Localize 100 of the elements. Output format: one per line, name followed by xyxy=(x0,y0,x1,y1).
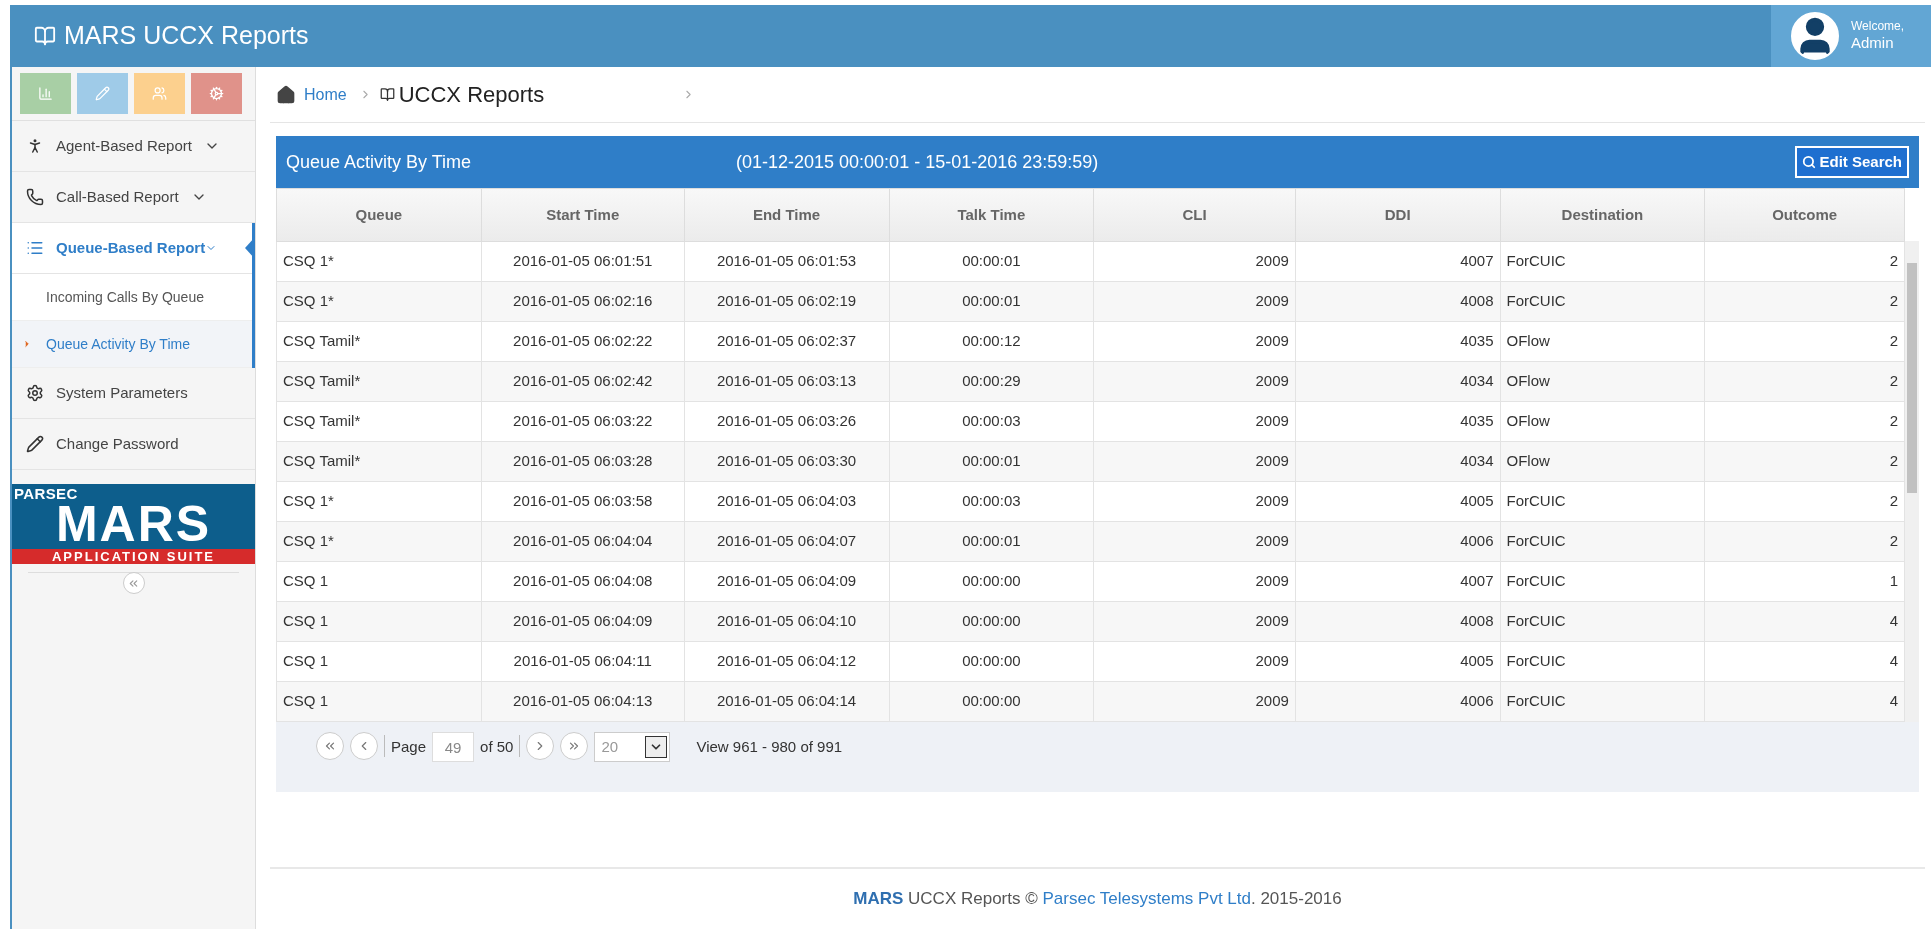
table-cell: 00:00:00 xyxy=(889,561,1094,602)
column-header[interactable]: CLI xyxy=(1093,188,1296,242)
table-cell: 2016-01-05 06:04:09 xyxy=(684,561,889,602)
next-page-button[interactable] xyxy=(526,732,555,760)
table-cell: 2 xyxy=(1704,481,1905,522)
table-cell: 2016-01-05 06:03:13 xyxy=(684,361,889,402)
table-cell: 4005 xyxy=(1295,481,1501,522)
table-cell: 2016-01-05 06:03:30 xyxy=(684,441,889,482)
column-header[interactable]: Start Time xyxy=(481,188,685,242)
table-cell: 2 xyxy=(1704,401,1905,442)
gears-icon xyxy=(209,86,224,101)
table-cell: 2016-01-05 06:02:37 xyxy=(684,321,889,362)
user-panel[interactable]: Welcome, Admin xyxy=(1771,5,1931,67)
column-header[interactable]: End Time xyxy=(684,188,889,242)
table-cell: 2016-01-05 06:01:51 xyxy=(481,241,685,282)
table-cell: 2 xyxy=(1704,321,1905,362)
table-cell: 4034 xyxy=(1295,441,1501,482)
table-cell: 2016-01-05 06:02:42 xyxy=(481,361,685,402)
table-cell: 2016-01-05 06:04:14 xyxy=(684,681,889,722)
double-chevron-icon xyxy=(323,739,337,753)
table-cell: 4 xyxy=(1704,681,1905,722)
shortcut-button[interactable] xyxy=(20,73,71,114)
table-cell: CSQ 1* xyxy=(276,281,482,322)
home-link[interactable]: Home xyxy=(304,82,347,107)
table-cell: ForCUIC xyxy=(1500,641,1705,682)
collapse-button[interactable] xyxy=(122,572,145,594)
table-cell: ForCUIC xyxy=(1500,281,1705,322)
sidebar-item[interactable]: Change Password xyxy=(12,419,255,470)
date-range: (01-12-2015 00:00:01 - 15-01-2016 23:59:59) xyxy=(736,150,1099,174)
shortcut-button[interactable] xyxy=(191,73,242,114)
book-icon xyxy=(379,87,395,102)
table-cell: CSQ Tamil* xyxy=(276,321,482,362)
logo-top-text: PARSEC xyxy=(13,486,79,501)
table-cell: 2009 xyxy=(1093,601,1296,642)
logo-bottom-text: APPLICATION SUITE xyxy=(12,549,255,564)
table-cell: 2009 xyxy=(1093,241,1296,282)
table-cell: CSQ 1* xyxy=(276,481,482,522)
user-name: Admin xyxy=(1851,34,1895,53)
table-cell: CSQ 1 xyxy=(276,601,482,642)
sidebar-item[interactable]: Agent-Based Report xyxy=(12,121,255,172)
table-cell: 2009 xyxy=(1093,561,1296,602)
table-cell: 2009 xyxy=(1093,521,1296,562)
bars-icon xyxy=(38,86,53,101)
last-page-button[interactable] xyxy=(560,732,589,760)
table-cell: 1 xyxy=(1704,561,1905,602)
table-cell: 2 xyxy=(1704,361,1905,402)
page-input[interactable]: 49 xyxy=(432,732,475,762)
page-title: UCCX Reports xyxy=(398,81,545,109)
page-size-select[interactable]: 20 xyxy=(594,732,671,762)
column-header[interactable]: Talk Time xyxy=(889,188,1094,242)
table-cell: 00:00:12 xyxy=(889,321,1094,362)
table-cell: 4035 xyxy=(1295,321,1501,362)
table-cell: 2009 xyxy=(1093,681,1296,722)
table-cell: 2 xyxy=(1704,441,1905,482)
first-page-button[interactable] xyxy=(316,732,344,760)
table-cell: ForCUIC xyxy=(1500,601,1705,642)
table-cell: 4006 xyxy=(1295,521,1501,562)
table-cell: 2009 xyxy=(1093,481,1296,522)
table-cell: 00:00:00 xyxy=(889,641,1094,682)
table-cell: OFlow xyxy=(1500,401,1705,442)
table-cell: ForCUIC xyxy=(1500,681,1705,722)
column-header[interactable]: Outcome xyxy=(1704,188,1905,242)
table-cell: OFlow xyxy=(1500,361,1705,402)
pencil-icon xyxy=(26,435,44,453)
table-cell: 2009 xyxy=(1093,321,1296,362)
welcome-text: Welcome, xyxy=(1851,19,1905,35)
page-label: Page xyxy=(391,737,427,757)
shortcut-button[interactable] xyxy=(134,73,185,114)
submenu-item[interactable]: Queue Activity By Time xyxy=(12,321,252,368)
column-header[interactable]: Queue xyxy=(276,188,482,242)
table-cell: 4008 xyxy=(1295,601,1501,642)
table-cell: 00:00:01 xyxy=(889,441,1094,482)
table-cell: ForCUIC xyxy=(1500,561,1705,602)
table-cell: 4005 xyxy=(1295,641,1501,682)
table-cell: 2 xyxy=(1704,241,1905,282)
table-cell: 00:00:00 xyxy=(889,601,1094,642)
table-cell: 4034 xyxy=(1295,361,1501,402)
sidebar-item[interactable]: System Parameters xyxy=(12,368,255,419)
table-cell: 4006 xyxy=(1295,681,1501,722)
table-cell: 4 xyxy=(1704,601,1905,642)
shortcut-button[interactable] xyxy=(77,73,128,114)
table-cell: 2016-01-05 06:02:22 xyxy=(481,321,685,362)
table-cell: 2016-01-05 06:04:10 xyxy=(684,601,889,642)
table-cell: 00:00:01 xyxy=(889,281,1094,322)
company-link[interactable]: Parsec Telesystems Pvt Ltd xyxy=(1042,889,1251,909)
edit-search-button[interactable]: Edit Search xyxy=(1795,145,1909,179)
table-cell: CSQ Tamil* xyxy=(276,401,482,442)
table-cell: CSQ 1 xyxy=(276,561,482,602)
caret-icon xyxy=(22,339,32,349)
column-header[interactable]: Destination xyxy=(1500,188,1705,242)
users-icon xyxy=(152,86,167,101)
column-header[interactable]: DDI xyxy=(1295,188,1501,242)
home-icon xyxy=(276,84,296,105)
prev-page-button[interactable] xyxy=(350,732,378,760)
table-cell: 2 xyxy=(1704,281,1905,322)
table-cell: 2016-01-05 06:04:07 xyxy=(684,521,889,562)
table-cell: CSQ 1* xyxy=(276,241,482,282)
table-cell: 2009 xyxy=(1093,361,1296,402)
table-cell: 2016-01-05 06:04:11 xyxy=(481,641,685,682)
table-cell: 00:00:01 xyxy=(889,521,1094,562)
